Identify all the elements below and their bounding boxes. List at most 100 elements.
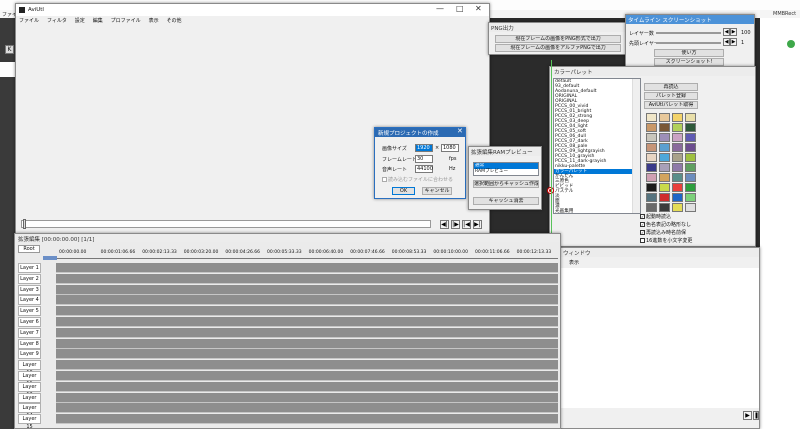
palette-listbox[interactable]: default 93_default Aodanuna_default ORIGINA… [553, 78, 641, 214]
color-swatch[interactable] [659, 153, 670, 162]
seek-bar[interactable] [21, 220, 431, 228]
color-swatch[interactable] [685, 133, 696, 142]
seek-bar-thumb[interactable] [23, 219, 26, 229]
layer-track[interactable] [56, 317, 558, 327]
color-swatch[interactable] [659, 203, 670, 212]
match-file-box[interactable] [382, 177, 387, 182]
color-swatch[interactable] [685, 123, 696, 132]
color-swatch[interactable] [646, 113, 657, 122]
color-swatch[interactable] [659, 123, 670, 132]
layer-header[interactable]: Layer 7 [18, 327, 41, 338]
layer-track[interactable] [56, 403, 558, 414]
layer-track[interactable] [56, 295, 558, 306]
menu-settings[interactable]: 設定 [75, 17, 85, 24]
minimize-button[interactable]: — [436, 4, 444, 13]
go-end-button[interactable]: ▶| [473, 220, 482, 229]
maximize-button[interactable]: □ [456, 4, 464, 13]
checkbox-box[interactable]: ✓ [640, 230, 645, 235]
color-swatch[interactable] [646, 203, 657, 212]
color-swatch[interactable] [672, 173, 683, 182]
color-swatch[interactable] [672, 133, 683, 142]
layer-header[interactable]: Layer 10 [18, 360, 41, 376]
layer-count-slider[interactable] [656, 32, 721, 34]
layer-header[interactable]: Layer 13 [18, 392, 41, 409]
next-frame-button[interactable]: |▶ [451, 220, 460, 229]
option-checkbox[interactable]: 16進数を小文字変更 [640, 237, 692, 244]
color-swatch[interactable] [685, 173, 696, 182]
color-swatch[interactable] [646, 153, 657, 162]
layer-header[interactable]: Layer 15 [18, 414, 41, 429]
layer-header[interactable]: Layer 2 [18, 273, 41, 284]
dialog-close-icon[interactable]: ✕ [457, 127, 463, 135]
palette-list-scrollbar[interactable] [632, 79, 640, 213]
layer-count-dec[interactable]: ◀ [723, 28, 730, 36]
color-swatch[interactable] [646, 173, 657, 182]
layer-header[interactable]: Layer 9 [18, 349, 41, 360]
ram-mode-listbox[interactable]: 通常 RAMプレビュー [473, 162, 539, 176]
first-layer-slider[interactable] [656, 42, 721, 44]
option-checkbox[interactable]: ✓ 再読込み時名前保 [640, 229, 686, 236]
export-alpha-png-button[interactable]: 現在フレームの画像をアルファPNGで出力 [495, 44, 621, 52]
color-swatch[interactable] [659, 163, 670, 172]
checkbox-box[interactable]: ✓ [640, 214, 645, 219]
pause-button[interactable]: ❚ [753, 411, 759, 420]
match-file-checkbox[interactable]: 読み込むファイルに合わせる [382, 176, 453, 183]
option-checkbox[interactable]: ✓ 起動時読込 [640, 213, 671, 220]
layer-track[interactable] [56, 381, 558, 392]
menu-other[interactable]: その他 [167, 17, 182, 24]
color-swatch[interactable] [646, 183, 657, 192]
option-checkbox[interactable]: ✓ 色名表記の略形なし [640, 221, 691, 228]
color-swatch[interactable] [646, 123, 657, 132]
color-swatch[interactable] [685, 203, 696, 212]
make-cache-button[interactable]: 選択範囲からキャッシュ作成 [473, 180, 539, 188]
layer-track[interactable] [56, 392, 558, 403]
host-right-green-icon[interactable] [787, 40, 795, 48]
go-start-button[interactable]: |◀ [462, 220, 471, 229]
close-button[interactable]: ✕ [475, 4, 482, 13]
screenshot-button[interactable]: スクリーンショット! [654, 58, 724, 66]
color-swatch[interactable] [672, 203, 683, 212]
color-swatch[interactable] [646, 193, 657, 202]
layer-header[interactable]: Layer 5 [18, 306, 41, 317]
first-layer-dec[interactable]: ◀ [723, 38, 730, 46]
ram-option-preview[interactable]: RAMプレビュー [474, 169, 538, 175]
cancel-button[interactable]: キャンセル [422, 187, 452, 195]
color-swatch[interactable] [672, 163, 683, 172]
color-swatch[interactable] [685, 143, 696, 152]
layer-header[interactable]: Layer 6 [18, 317, 41, 327]
layer-track[interactable] [56, 338, 558, 349]
play-button[interactable]: ▶ [743, 411, 752, 420]
reload-button[interactable]: 再読込 [644, 83, 698, 91]
checkbox-box[interactable] [640, 238, 645, 243]
color-swatch[interactable] [685, 113, 696, 122]
color-swatch[interactable] [659, 133, 670, 142]
layer-track[interactable] [56, 273, 558, 284]
layer-track[interactable] [56, 349, 558, 360]
layer-track[interactable] [56, 371, 558, 381]
menu-edit[interactable]: 編集 [93, 17, 103, 24]
color-swatch[interactable] [659, 173, 670, 182]
color-swatch[interactable] [685, 163, 696, 172]
color-swatch[interactable] [659, 183, 670, 192]
audio-rate-field[interactable]: 44100 [415, 165, 433, 173]
color-swatch[interactable] [646, 143, 657, 152]
color-swatch[interactable] [685, 183, 696, 192]
color-swatch[interactable] [659, 193, 670, 202]
width-field[interactable]: 1920 [415, 144, 433, 152]
first-layer-inc[interactable]: ▶ [730, 38, 737, 46]
bottom-right-menu[interactable]: 表示 [569, 259, 579, 266]
menu-profile[interactable]: プロファイル [111, 17, 141, 24]
color-swatch[interactable] [672, 183, 683, 192]
color-swatch[interactable] [646, 133, 657, 142]
menu-file[interactable]: ファイル [19, 17, 39, 24]
layer-track[interactable] [56, 284, 558, 295]
layer-header[interactable]: Layer 1 [18, 263, 41, 273]
height-field[interactable]: 1080 [441, 144, 459, 152]
register-palette-button[interactable]: パレット登録 [644, 92, 698, 100]
layer-header[interactable]: Layer 12 [18, 381, 41, 398]
ok-button[interactable]: OK [392, 187, 415, 195]
color-swatch[interactable] [672, 153, 683, 162]
export-png-button[interactable]: 現在フレームの画像をPNG形式で出力 [495, 35, 621, 43]
layer-track[interactable] [56, 360, 558, 371]
color-swatch[interactable] [672, 113, 683, 122]
